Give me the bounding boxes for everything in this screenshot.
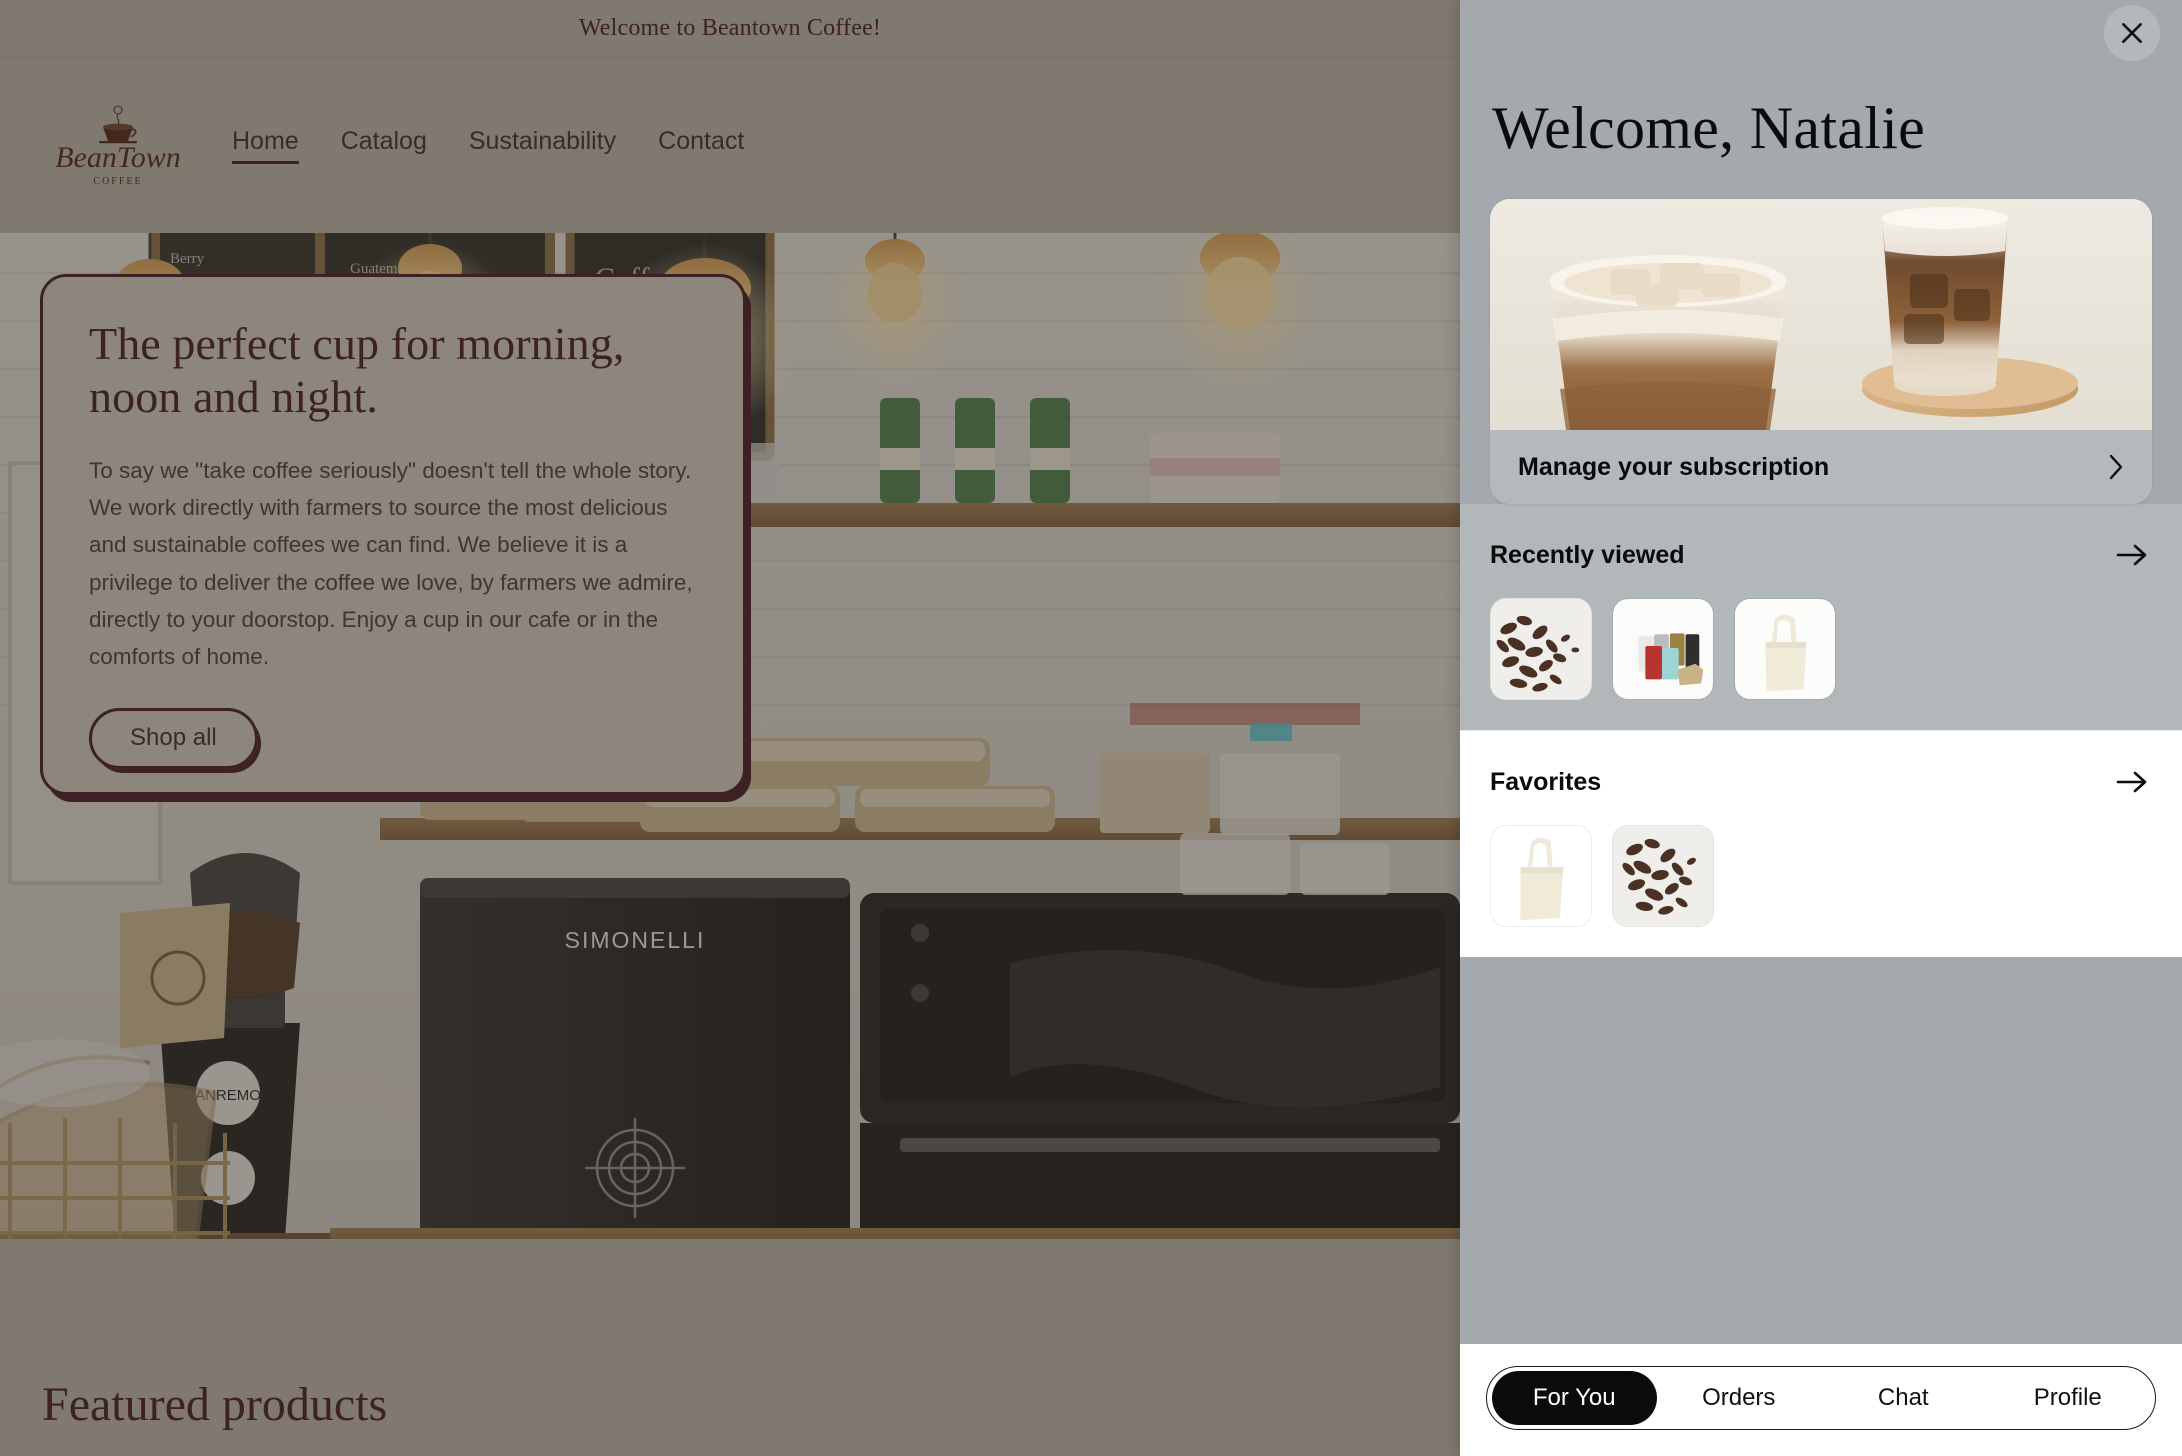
manage-subscription-label: Manage your subscription (1518, 452, 1830, 481)
panel-tabbar: For You Orders Chat Profile (1486, 1366, 2156, 1430)
announcement-text: Welcome to Beantown Coffee! (578, 15, 882, 41)
close-panel-button[interactable] (2104, 5, 2160, 61)
page-root: Welcome to Beantown Coffee! BeanTown COF… (0, 0, 2182, 1456)
logo-wordmark: BeanTown (55, 140, 181, 174)
favorites-see-all-button[interactable] (2112, 765, 2152, 799)
coffee-bags-thumbnail (1613, 599, 1713, 699)
close-icon (2122, 23, 2142, 43)
recently-viewed-section: Recently viewed (1460, 504, 2182, 730)
nav-item-contact[interactable]: Contact (658, 127, 744, 164)
account-side-panel: Welcome, Natalie Manage your subscriptio… (1460, 0, 2182, 1456)
hero-card: The perfect cup for morning, noon and ni… (40, 274, 746, 795)
subscription-image (1490, 199, 2152, 430)
arrow-right-icon (2116, 544, 2147, 566)
arrow-right-icon (2116, 771, 2147, 793)
tab-profile[interactable]: Profile (1986, 1371, 2151, 1425)
favorites-header: Favorites (1490, 765, 2152, 799)
iced-coffee-drinks-photo (1490, 199, 2152, 430)
favorites-item-tote-bag[interactable] (1490, 825, 1592, 927)
cocoa-nibs-thumbnail (1613, 826, 1713, 926)
announcement-bar: Welcome to Beantown Coffee! (0, 0, 1460, 58)
favorites-section: Favorites (1460, 730, 2182, 957)
logo-subtext: COFFEE (93, 175, 143, 187)
panel-header: Welcome, Natalie Manage your subscriptio… (1460, 0, 2182, 504)
recently-viewed-item-tote-bag[interactable] (1734, 598, 1836, 700)
main-nav: Home Catalog Sustainability Contact (232, 127, 744, 164)
svg-text:SIMONELLI: SIMONELLI (565, 927, 706, 953)
hero-title: The perfect cup for morning, noon and ni… (89, 318, 625, 423)
chevron-right-icon (2109, 454, 2123, 480)
coffee-cup-icon (99, 105, 137, 143)
recently-viewed-header: Recently viewed (1490, 538, 2152, 572)
recently-viewed-title: Recently viewed (1490, 540, 1685, 569)
favorites-list (1490, 825, 2152, 927)
recently-viewed-item-coffee-bags[interactable] (1612, 598, 1714, 700)
svg-text:Berry: Berry (170, 251, 205, 267)
nav-item-sustainability[interactable]: Sustainability (469, 127, 616, 164)
favorites-title: Favorites (1490, 767, 1602, 796)
tab-chat[interactable]: Chat (1821, 1371, 1986, 1425)
tote-bag-thumbnail (1735, 599, 1835, 699)
featured-products-title: Featured products (42, 1378, 388, 1431)
recently-viewed-item-cocoa-nibs[interactable] (1490, 598, 1592, 700)
subscription-card[interactable]: Manage your subscription (1490, 199, 2152, 504)
tote-bag-thumbnail (1491, 826, 1591, 926)
favorites-item-cocoa-nibs[interactable] (1612, 825, 1714, 927)
nav-item-catalog[interactable]: Catalog (341, 127, 427, 164)
panel-footer: For You Orders Chat Profile (1460, 1344, 2182, 1456)
manage-subscription-row[interactable]: Manage your subscription (1490, 430, 2152, 504)
site-header: BeanTown COFFEE Home Catalog Sustainabil… (0, 58, 1460, 233)
hero-section: BerryFruit SpiceFloral GuatemalaSulawesi… (0, 233, 1460, 1239)
tab-for-you[interactable]: For You (1492, 1371, 1657, 1425)
featured-products-section: Featured products (0, 1239, 1460, 1456)
tab-orders[interactable]: Orders (1657, 1371, 1822, 1425)
site-logo[interactable]: BeanTown COFFEE (42, 105, 194, 187)
shop-all-button[interactable]: Shop all (89, 707, 258, 769)
panel-greeting: Welcome, Natalie (1492, 95, 1926, 161)
recently-viewed-list (1490, 598, 2152, 700)
hero-body-text: To say we "take coffee seriously" doesn'… (89, 457, 693, 670)
recently-viewed-see-all-button[interactable] (2112, 538, 2152, 572)
nav-item-home[interactable]: Home (232, 127, 299, 164)
cocoa-nibs-thumbnail (1491, 599, 1591, 699)
